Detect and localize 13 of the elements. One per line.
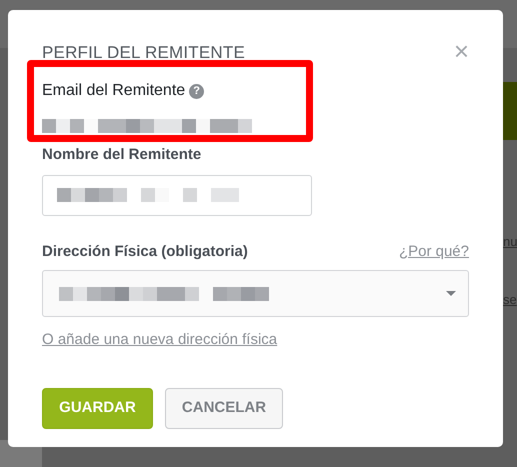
add-address-link[interactable]: O añade una nueva dirección física (42, 329, 278, 352)
why-link[interactable]: ¿Por qué? (398, 240, 469, 263)
field-label: Email del Remitente (42, 81, 186, 101)
close-button[interactable]: × (454, 38, 469, 64)
dialog-title: PERFIL DEL REMITENTE (42, 43, 245, 64)
save-button[interactable]: GUARDAR (42, 388, 153, 429)
cancel-button[interactable]: CANCELAR (165, 388, 283, 429)
field-label: Nombre del Remitente (42, 145, 202, 165)
help-icon[interactable]: ? (189, 84, 204, 98)
input-field[interactable] (42, 174, 312, 216)
dropdown-field[interactable] (42, 270, 469, 317)
caret-icon (446, 291, 456, 296)
field-label: Dirección Física (obligatoria) (42, 242, 248, 262)
